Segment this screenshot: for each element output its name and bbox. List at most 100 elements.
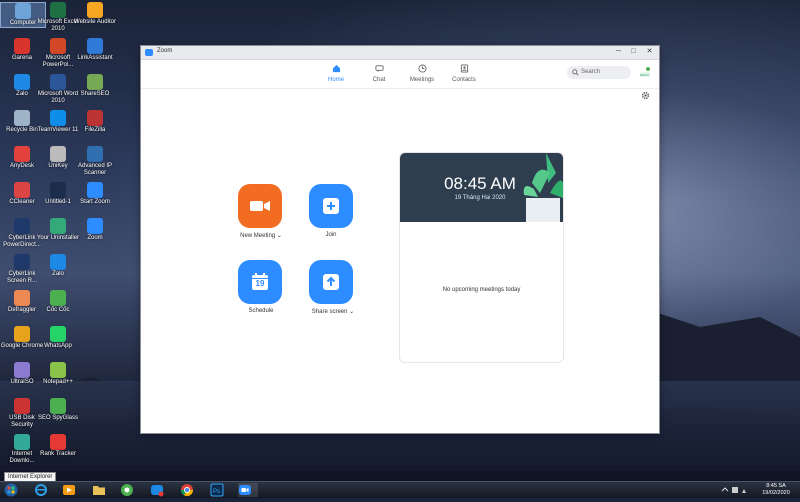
taskbar-internet-explorer[interactable] [34, 483, 54, 497]
desktop-icon-label: Zalo [52, 271, 64, 277]
zoom-icon [239, 485, 251, 495]
desktop-icon[interactable]: ShareSEO [73, 74, 117, 98]
chat-icon [374, 65, 384, 73]
avatar-icon: NEON [640, 67, 650, 77]
desktop-icon[interactable]: Advanced IP Scanner [73, 146, 117, 177]
taskbar-coccoc[interactable] [120, 483, 140, 497]
start-button[interactable] [4, 483, 24, 497]
no-meetings-text: No upcoming meetings today [442, 287, 521, 293]
chevron-down-icon[interactable]: ⌄ [277, 233, 282, 239]
share-screen-label: Share screen ⌄ [311, 309, 355, 315]
desktop-icon-label: Cốc Cốc [46, 307, 70, 313]
contacts-icon [460, 64, 468, 73]
desktop-icon[interactable]: Zoom [73, 218, 117, 242]
clock-date: 19/02/2020 [762, 490, 790, 496]
current-date: 19 Tháng Hai 2020 [454, 195, 506, 201]
seo-spyglass-icon [50, 398, 66, 414]
new-meeting-button[interactable] [238, 184, 282, 228]
chrome-icon [14, 326, 30, 342]
taskbar-clock[interactable]: 8:45 SA 19/02/2020 [756, 483, 796, 497]
desktop-icon[interactable]: Notepad++ [36, 362, 80, 386]
join-label: Join [325, 232, 337, 238]
anydesk-icon [14, 146, 30, 162]
calendar-day: 19 [255, 279, 265, 288]
chevron-down-icon[interactable]: ⌄ [349, 309, 354, 315]
tab-chat[interactable]: Chat [359, 64, 399, 83]
coccoc-icon [50, 290, 66, 306]
filezilla-icon [87, 110, 103, 126]
taskbar-chrome[interactable] [180, 483, 200, 497]
zoom-icon [87, 218, 103, 234]
top-nav: Home Chat Meetings Contacts Search NEON [141, 60, 659, 89]
desktop-icon[interactable]: Zalo [36, 254, 80, 278]
clock-time: 8:45 SA [766, 483, 786, 489]
unikey-icon [50, 146, 66, 162]
coccoc-icon [121, 484, 133, 496]
powerdirector-icon [14, 218, 30, 234]
schedule-button[interactable]: 19 [238, 260, 282, 304]
teamviewer-icon [50, 110, 66, 126]
desktop-icon-label: Website Auditor [74, 19, 116, 25]
card-header: 08:45 AM 19 Tháng Hai 2020 [400, 153, 563, 222]
tab-contacts-label: Contacts [452, 77, 476, 83]
maximize-button[interactable]: □ [626, 46, 641, 58]
desktop-icon[interactable]: WhatsApp [36, 326, 80, 350]
internet-download-icon [14, 434, 30, 450]
desktop-icon-label: Rank Tracker [40, 451, 76, 457]
video-camera-icon [250, 201, 270, 211]
desktop-icon[interactable]: Rank Tracker [36, 434, 80, 458]
tab-chat-label: Chat [372, 77, 386, 83]
svg-text:Ps: Ps [213, 489, 220, 495]
close-button[interactable]: ✕ [642, 46, 657, 58]
desktop-icon[interactable]: Cốc Cốc [36, 290, 80, 314]
desktop-icon[interactable]: FileZilla [73, 110, 117, 134]
desktop-icon[interactable]: LinkAssistant [73, 38, 117, 62]
zoom-app-icon [145, 49, 153, 56]
schedule-label: Schedule [248, 308, 274, 314]
folder-icon [93, 486, 105, 495]
linkassistant-icon [87, 38, 103, 54]
desktop-icon-label: Zoom [87, 235, 103, 241]
website-auditor-icon [87, 2, 103, 18]
taskbar: Ps 8:45 SA 19/02/2020 [0, 481, 800, 498]
tab-home[interactable]: Home [316, 64, 356, 83]
desktop-icon[interactable]: SEO SpyGlass [36, 398, 80, 422]
tab-contacts[interactable]: Contacts [444, 64, 484, 83]
whatsapp-icon [50, 326, 66, 342]
window-title: Zoom [157, 48, 173, 54]
computer-icon [15, 3, 31, 19]
svg-text:NEON: NEON [640, 73, 649, 77]
defraggler-icon [14, 290, 30, 306]
system-tray[interactable] [720, 483, 750, 497]
join-button[interactable] [309, 184, 353, 228]
taskbar-zalo[interactable] [150, 483, 170, 497]
ultraiso-icon [14, 362, 30, 378]
tray-icons-icon [721, 487, 746, 493]
tab-home-label: Home [327, 77, 344, 83]
notepad-plus-icon [50, 362, 66, 378]
desktop-icon[interactable]: Start Zoom [73, 182, 117, 206]
taskbar-zoom[interactable] [238, 483, 258, 497]
settings-gear-icon[interactable] [641, 91, 650, 100]
home-icon [332, 64, 340, 73]
desktop-icon-label: Advanced IP Scanner [77, 163, 113, 176]
taskbar-media-player[interactable] [62, 483, 82, 497]
photoshop-icon: Ps [210, 483, 224, 497]
share-arrow-icon [323, 274, 339, 290]
zoom-icon [87, 182, 103, 198]
usb-disk-security-icon [14, 398, 30, 414]
taskbar-photoshop[interactable]: Ps [210, 483, 230, 497]
recycle-bin-icon [14, 110, 30, 126]
share-screen-button[interactable] [309, 260, 353, 304]
search-input[interactable]: Search [567, 66, 631, 79]
minimize-button[interactable]: ─ [611, 46, 626, 58]
desktop-icon-label: FileZilla [84, 127, 106, 133]
desktop-icon[interactable]: Website Auditor [73, 2, 117, 26]
taskbar-explorer[interactable] [92, 483, 112, 497]
excel-icon [50, 2, 66, 18]
zalo-icon [50, 254, 66, 270]
plus-icon [323, 198, 339, 214]
avatar[interactable]: NEON [638, 66, 652, 80]
internet-explorer-icon [35, 484, 47, 496]
tab-meetings[interactable]: Meetings [402, 64, 442, 83]
